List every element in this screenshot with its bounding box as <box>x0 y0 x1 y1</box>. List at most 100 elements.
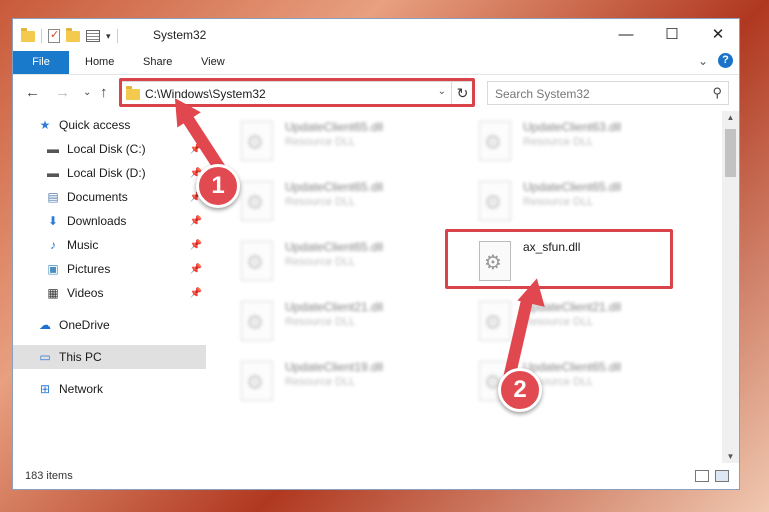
pin-icon[interactable]: 📌 <box>190 288 202 299</box>
music-icon: ♪ <box>50 238 56 252</box>
file-list: UpdateClient65.dllResource DLLUpdateClie… <box>209 111 723 463</box>
sidebar-item-label: Quick access <box>59 118 131 132</box>
search-input[interactable]: Search System32 ⚲ <box>487 81 729 105</box>
star-icon: ★ <box>39 118 51 132</box>
dll-file-icon <box>479 301 511 341</box>
sidebar-item-this-pc[interactable]: ▭ This PC <box>13 345 206 369</box>
sidebar-item-network[interactable]: ⊞ Network <box>13 377 206 401</box>
callout-badge-1: 1 <box>196 164 240 208</box>
network-icon: ⊞ <box>39 382 51 396</box>
sidebar-item-music[interactable]: ♪ Music 📌 <box>13 233 206 257</box>
pin-icon[interactable]: 📌 <box>190 264 202 275</box>
file-type: Resource DLL <box>285 376 356 388</box>
title-bar: ▾ System32 — ☐ ✕ <box>13 19 739 51</box>
tab-share[interactable]: Share <box>131 51 184 74</box>
file-item[interactable]: UpdateClient65.dll Resource DLL <box>233 115 453 167</box>
dll-file-icon <box>241 241 273 281</box>
videos-icon: ▦ <box>47 286 59 300</box>
back-button[interactable]: ← <box>25 84 40 101</box>
file-name: UpdateClient65.dll <box>285 240 384 254</box>
large-icons-view-icon[interactable] <box>715 470 729 482</box>
sidebar-item-label: Downloads <box>67 214 127 228</box>
new-folder-icon[interactable] <box>66 27 80 42</box>
sidebar-item-local-disk-c[interactable]: ▬ Local Disk (C:) 📌 <box>13 137 206 161</box>
file-item[interactable]: UpdateClient65.dll Resource DLL <box>471 175 691 227</box>
pin-icon[interactable]: 📌 <box>190 216 202 227</box>
file-item[interactable]: UpdateClient21.dllResource DLL <box>471 295 691 347</box>
callout-badge-2: 2 <box>498 368 542 412</box>
file-type: Resource DLL <box>523 136 594 148</box>
dll-file-icon <box>241 121 273 161</box>
quick-access-toolbar: ▾ <box>21 27 118 45</box>
window-title: System32 <box>153 28 207 42</box>
onedrive-icon: ☁ <box>39 318 51 332</box>
sidebar-item-label: Videos <box>67 286 104 300</box>
dll-file-icon <box>479 121 511 161</box>
address-row: ← → ⌄ ↑ C:\Windows\System32 ⌄ ↻ Search S… <box>13 76 739 110</box>
sidebar-item-downloads[interactable]: ⬇ Downloads 📌 <box>13 209 206 233</box>
up-button[interactable]: ↑ <box>100 84 108 101</box>
drive-icon: ▬ <box>47 142 59 156</box>
dll-file-icon <box>479 181 511 221</box>
dll-file-icon <box>241 181 273 221</box>
customize-toolbar-icon[interactable]: ▾ <box>106 31 111 42</box>
file-item[interactable]: UpdateClient63.dll Resource DLL <box>471 115 691 167</box>
ribbon-right-controls: ⌄ ? <box>698 53 733 68</box>
recent-locations-button[interactable]: ⌄ <box>83 87 91 98</box>
scroll-down-icon[interactable]: ▼ <box>722 452 739 461</box>
file-item[interactable]: UpdateClient21.dllResource DLL <box>233 295 453 347</box>
maximize-button[interactable]: ☐ <box>649 19 695 49</box>
file-name: UpdateClient65.dll <box>523 360 622 374</box>
search-placeholder: Search System32 <box>495 87 590 101</box>
tab-view[interactable]: View <box>189 51 237 74</box>
expand-ribbon-icon[interactable]: ⌄ <box>698 54 708 68</box>
pc-icon: ▭ <box>39 350 51 364</box>
sidebar-item-onedrive[interactable]: ☁ OneDrive <box>13 313 206 337</box>
file-name: UpdateClient21.dll <box>285 300 384 314</box>
forward-button[interactable]: → <box>55 84 70 101</box>
downloads-icon: ⬇ <box>47 214 59 228</box>
sidebar-item-label: Documents <box>67 190 128 204</box>
file-type: Resource DLL <box>285 256 356 268</box>
properties-icon[interactable] <box>86 30 100 42</box>
scroll-up-icon[interactable]: ▲ <box>722 113 739 122</box>
file-highlight <box>445 229 673 289</box>
status-bar: 183 items <box>13 465 739 489</box>
ribbon-tabs: File Home Share View ⌄ ? <box>13 51 739 75</box>
file-type: Resource DLL <box>285 136 356 148</box>
file-name: UpdateClient65.dll <box>523 180 622 194</box>
file-type: Resource DLL <box>523 316 594 328</box>
sidebar-item-videos[interactable]: ▦ Videos 📌 <box>13 281 206 305</box>
file-name: UpdateClient63.dll <box>523 120 622 134</box>
file-name: UpdateClient65.dll <box>285 180 384 194</box>
sidebar-item-pictures[interactable]: ▣ Pictures 📌 <box>13 257 206 281</box>
file-type: Resource DLL <box>285 196 356 208</box>
sidebar-item-label: Pictures <box>67 262 111 276</box>
file-item[interactable]: UpdateClient65.dll Resource DLL <box>233 235 453 287</box>
help-icon[interactable]: ? <box>718 53 733 68</box>
divider <box>116 29 118 43</box>
file-item[interactable]: UpdateClient65.dll Resource DLL <box>233 175 453 227</box>
folder-icon <box>21 27 35 42</box>
vertical-scrollbar[interactable]: ▲ ▼ <box>722 111 739 463</box>
sidebar-item-label: OneDrive <box>59 318 110 332</box>
file-name: UpdateClient19.dll <box>285 360 384 374</box>
pin-icon[interactable]: 📌 <box>190 240 202 251</box>
dll-file-icon <box>241 361 273 401</box>
documents-icon: ▤ <box>47 190 59 204</box>
properties-check-icon[interactable] <box>48 28 60 43</box>
sidebar-item-documents[interactable]: ▤ Documents 📌 <box>13 185 206 209</box>
dll-file-icon <box>241 301 273 341</box>
file-type: Resource DLL <box>523 196 594 208</box>
close-button[interactable]: ✕ <box>695 19 741 49</box>
details-view-icon[interactable] <box>695 470 709 482</box>
file-item[interactable]: UpdateClient19.dll Resource DLL <box>233 355 453 407</box>
sidebar-item-label: This PC <box>59 350 102 364</box>
tab-file[interactable]: File <box>13 51 69 74</box>
sidebar-item-local-disk-d[interactable]: ▬ Local Disk (D:) 📌 <box>13 161 206 185</box>
pictures-icon: ▣ <box>47 262 59 276</box>
scroll-thumb[interactable] <box>725 129 736 177</box>
minimize-button[interactable]: — <box>603 19 649 49</box>
tab-home[interactable]: Home <box>73 51 126 74</box>
search-icon[interactable]: ⚲ <box>712 85 722 101</box>
